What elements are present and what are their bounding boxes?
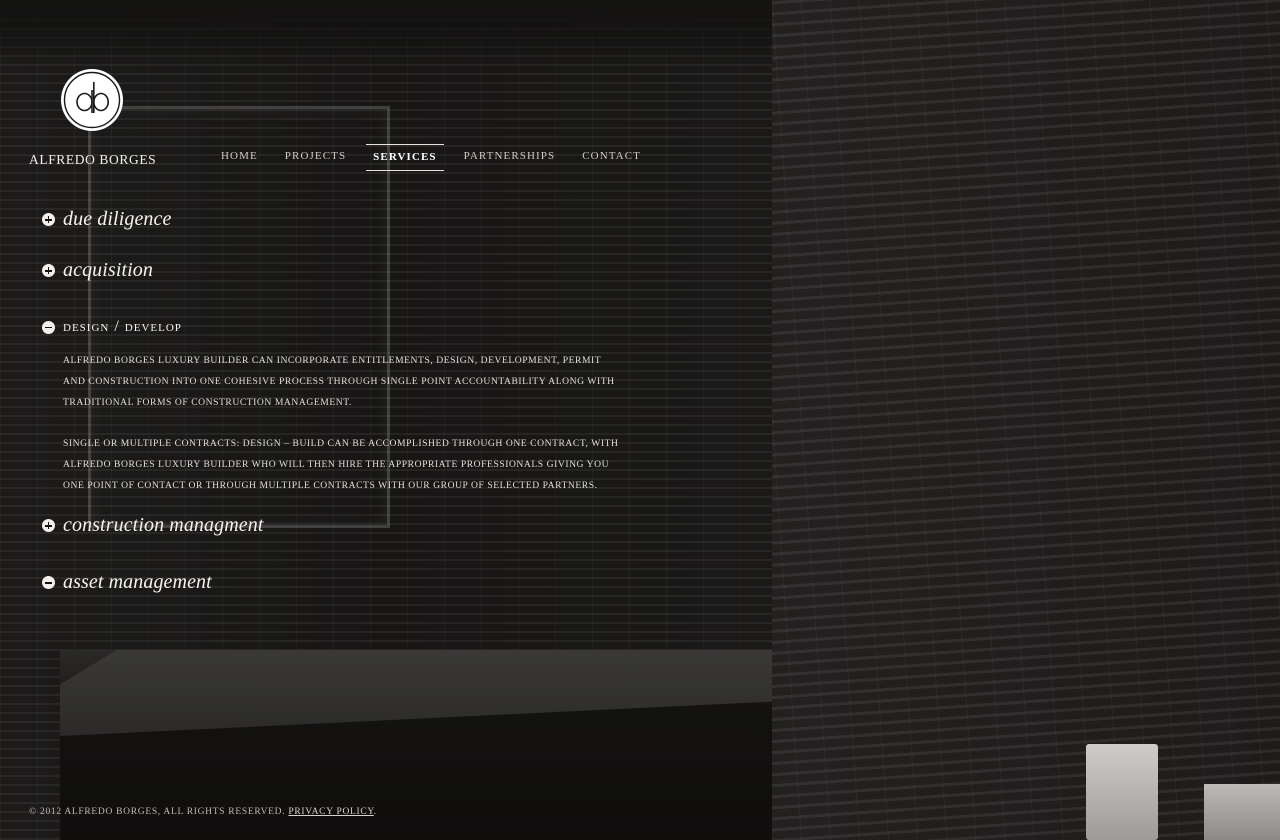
accordion-title: construction managment [63,514,264,536]
accordion-item-construction-management[interactable]: construction managment [42,514,264,537]
main-nav: HOME PROJECTS SERVICES PARTNERSHIPS CONT… [214,144,661,172]
nav-item-projects[interactable]: PROJECTS [278,144,353,172]
footer: © 2012 Alfredo Borges, all rights reserv… [29,807,377,817]
nav-item-partnerships[interactable]: PARTNERSHIPS [457,144,563,172]
nav-item-home[interactable]: HOME [214,144,265,172]
nav-item-contact[interactable]: CONTACT [575,144,648,172]
privacy-policy-link[interactable]: Privacy Policy [288,807,373,817]
plus-circle-icon [42,264,55,277]
service-description: Single or multiple contracts: Design – B… [63,438,619,491]
wall-fixture [1086,744,1158,840]
accordion-item-asset-management[interactable]: asset management [42,571,212,594]
plus-circle-icon [42,213,55,226]
wall-fixture-secondary [1204,784,1280,840]
tile-wall-right [772,0,1280,840]
accordion-title: asset management [63,571,212,593]
service-description: Alfredo Borges Luxury Builder can incorp… [63,355,615,408]
plus-circle-icon [42,519,55,532]
ceiling-shadow [0,0,772,70]
accordion-title: design / develop [63,318,182,335]
accordion-title: acquisition [63,259,153,281]
nav-item-services[interactable]: SERVICES [366,144,444,171]
accordion-item-design-develop[interactable]: design / develop [42,318,182,336]
accordion-item-acquisition[interactable]: acquisition [42,259,153,282]
monogram-logo-icon [61,69,123,131]
minus-circle-icon [42,576,55,589]
minus-circle-icon [42,320,55,334]
accordion-title: due diligence [63,208,172,230]
copyright-text: © 2012 Alfredo Borges, all rights reserv… [29,807,286,817]
accordion-item-due-diligence[interactable]: due diligence [42,208,171,231]
footer-period: . [373,807,377,817]
brand-name: ALFREDO BORGES [29,152,157,167]
accordion-panel-design-develop: Alfredo Borges Luxury Builder can incorp… [63,350,623,516]
